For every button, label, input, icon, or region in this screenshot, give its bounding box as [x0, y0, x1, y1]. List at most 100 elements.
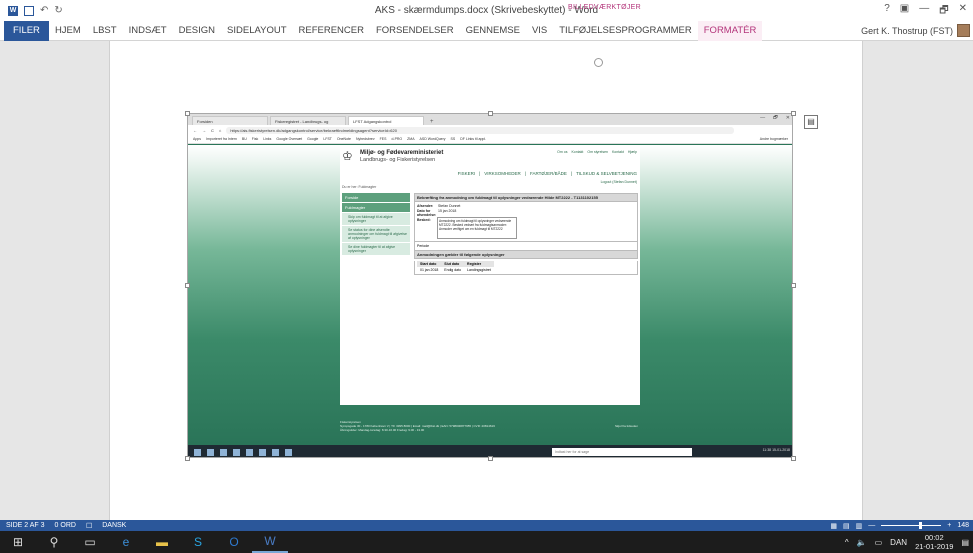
nav-item: FISKERI [457, 171, 476, 176]
print-layout-icon[interactable]: ▤ [843, 522, 850, 530]
top-link: Om styrelsen [587, 150, 608, 154]
task-view-icon[interactable]: ▭ [72, 531, 108, 553]
resize-handle[interactable] [791, 111, 796, 116]
status-bar: SIDE 2 AF 3 0 ORD ☐ DANSK ▦ ▤ ▥ — + 148 [0, 520, 973, 531]
tab-addins[interactable]: TILFØJELSESPROGRAMMER [553, 21, 698, 41]
network-icon[interactable]: ▭ [875, 538, 883, 547]
url-field: https://ais.fiskeristyrelsen.dk/adgangsk… [226, 126, 734, 134]
tab-format[interactable]: FORMATÉR [697, 20, 763, 41]
bookmark: Fisk [251, 137, 259, 141]
user-name[interactable]: Gert K. Thostrup (FST) [861, 21, 953, 41]
tab-lbst[interactable]: LBST [87, 21, 123, 41]
tab-references[interactable]: REFERENCER [293, 21, 370, 41]
resize-handle[interactable] [185, 111, 190, 116]
word-window: W ↶ ↻ AKS - skærmdumps.docx (Skrivebesky… [0, 0, 973, 553]
sender-label: Afsender: [417, 204, 434, 208]
logout-link: Logout (Stefan Dunnet) [600, 180, 637, 184]
windows-taskbar: ⊞ ⚲ ▭ e ▬ S O W ^ 🔈 ▭ DAN 00:02 21-01-20… [0, 531, 973, 553]
language-indicator[interactable]: DANSK [102, 522, 126, 529]
other-bookmarks: Andre bogmærker [759, 137, 788, 141]
close-button[interactable]: ✕ [959, 3, 967, 20]
zoom-level[interactable]: 148 [957, 522, 969, 529]
leftnav-item: Forside [342, 193, 410, 202]
bookmark: Google Oversæt [276, 137, 303, 141]
explorer-icon [246, 448, 253, 456]
nav-item: FARTØJER/BÅDE [529, 171, 567, 176]
period-label: Periode [414, 242, 638, 250]
inserted-screenshot-image[interactable]: Forsiden Fiskeregistret - Landbrugs- og … [187, 113, 793, 458]
help-button[interactable]: ? [884, 3, 890, 20]
leftnav-item: Fuldmagter [342, 203, 410, 212]
table-cell: Landingsgistret [467, 268, 491, 272]
minimize-button[interactable]: — [919, 3, 929, 20]
edge-icon[interactable]: e [108, 531, 144, 553]
scope-table: Start dato Slut dato Register 01 jan 201… [417, 261, 494, 273]
layout-options-icon[interactable]: ▤ [804, 115, 818, 129]
save-icon[interactable] [24, 5, 34, 16]
date-label: Dato for afsendelse: [417, 209, 437, 217]
document-title: AKS - skærmdumps.docx (Skrivebeskyttet) … [374, 5, 599, 16]
resize-handle[interactable] [488, 456, 493, 461]
zoom-out-icon[interactable]: — [868, 522, 875, 529]
bookmark: Links [263, 137, 272, 141]
restore-button[interactable]: 🗗 [939, 3, 948, 20]
proofing-icon[interactable]: ☐ [86, 522, 92, 530]
page-indicator[interactable]: SIDE 2 AF 3 [6, 522, 45, 529]
rotation-handle[interactable] [594, 58, 603, 67]
request-details: Afsender: Stefan Dunnet Dato for afsendel… [414, 202, 638, 242]
skype-icon[interactable]: S [180, 531, 216, 553]
avatar[interactable] [957, 24, 970, 37]
chrome-icon [259, 448, 266, 456]
redo-icon[interactable]: ↻ [54, 5, 62, 16]
input-language[interactable]: DAN [890, 538, 907, 547]
undo-icon[interactable]: ↶ [40, 5, 48, 16]
top-link: Hjælp [627, 150, 637, 154]
message-label: Besked: [417, 218, 431, 222]
web-layout-icon[interactable]: ▥ [856, 522, 863, 530]
clock-date: 21-01-2019 [915, 542, 954, 551]
top-link: Kontakt [611, 150, 624, 154]
zoom-controls: ▦ ▤ ▥ — + 148 [830, 520, 969, 531]
document-workspace[interactable]: Forsiden Fiskeregistret - Landbrugs- og … [0, 41, 973, 520]
tab-layout[interactable]: SIDELAYOUT [221, 21, 292, 41]
message-box: Anmodning om fuldmagt til oplysninger ve… [437, 217, 517, 239]
tab-insert[interactable]: INDSÆT [123, 21, 173, 41]
resize-handle[interactable] [488, 111, 493, 116]
resize-handle[interactable] [185, 283, 190, 288]
clock[interactable]: 00:02 21-01-2019 [915, 533, 953, 551]
tab-design[interactable]: DESIGN [173, 21, 221, 41]
zoom-slider[interactable] [881, 522, 942, 529]
left-navigation: Forside Fuldmagter Skip om fuldmagt til … [342, 193, 410, 256]
tab-home[interactable]: HJEM [49, 21, 87, 41]
bookmark: OneNote [336, 137, 351, 141]
tab-file[interactable]: FILER [4, 20, 49, 41]
zoom-thumb[interactable] [919, 522, 923, 529]
file-explorer-icon[interactable]: ▬ [144, 531, 180, 553]
word-count[interactable]: 0 ORD [55, 522, 76, 529]
notifications-icon[interactable]: ▤ [961, 538, 969, 547]
ribbon-display-button[interactable]: ▣ [900, 3, 909, 20]
footer-line: Åbningstider: Mandag-torsdag: 8.30-16.00… [340, 428, 425, 432]
volume-icon[interactable]: 🔈 [857, 538, 867, 547]
resize-handle[interactable] [791, 456, 796, 461]
read-mode-icon[interactable]: ▦ [830, 522, 837, 530]
reload-icon: C [211, 127, 214, 133]
windows-start-icon[interactable]: ⊞ [0, 531, 36, 553]
word-icon[interactable]: W [252, 531, 288, 553]
word-logo-icon[interactable]: W [8, 5, 18, 16]
picture-tools-label: BILLEDVÆRKTØJER [568, 4, 641, 11]
search-icon[interactable]: ⚲ [36, 531, 72, 553]
word-icon [285, 448, 292, 456]
resize-handle[interactable] [185, 456, 190, 461]
tab-mailings[interactable]: FORSENDELSER [370, 21, 460, 41]
chevron-up-icon[interactable]: ^ [845, 538, 849, 547]
bookmark: SS [450, 137, 456, 141]
browser-tab: LFST Adgangskontrol [348, 116, 424, 125]
tab-view[interactable]: VIS [526, 21, 553, 41]
zoom-in-icon[interactable]: + [947, 522, 951, 529]
main-navigation: FISKERI | VIRKSOMHEDER | FARTØJER/BÅDE | TI… [457, 171, 637, 176]
resize-handle[interactable] [791, 283, 796, 288]
outlook-icon[interactable]: O [216, 531, 252, 553]
bookmark: d-PRO [391, 137, 403, 141]
tab-review[interactable]: GENNEMSE [460, 21, 526, 41]
